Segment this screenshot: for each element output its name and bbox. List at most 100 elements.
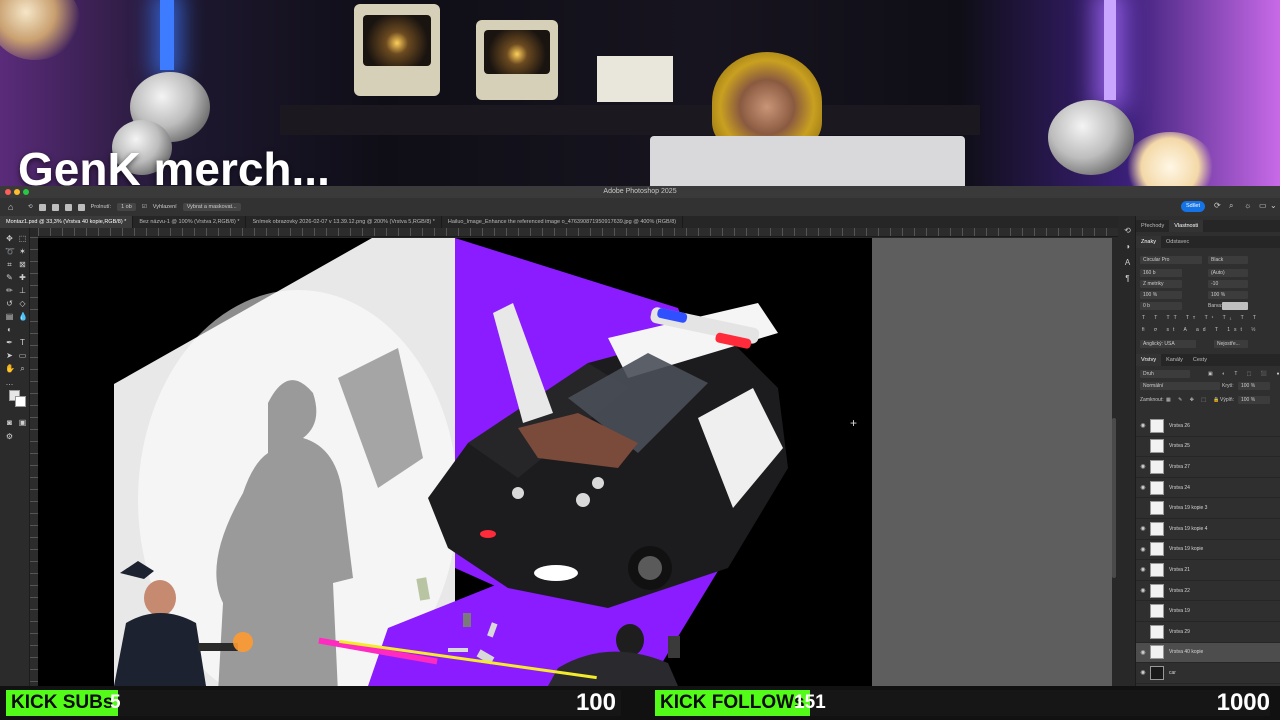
eye-icon[interactable]: ◉ (1136, 422, 1150, 429)
chevron-down-icon[interactable]: ⌄ (1270, 202, 1278, 210)
home-icon[interactable]: ⌂ (8, 202, 18, 212)
antialias-select[interactable]: Nejostře... (1214, 340, 1248, 348)
layer-filter-icons[interactable]: ▣ ◐ T ⬚ ⬛ ● (1208, 371, 1280, 377)
character-panel-icon[interactable]: A (1123, 258, 1132, 267)
gradient-tool-icon[interactable]: ▤ (5, 312, 14, 321)
eyedropper-tool-icon[interactable]: ✎ (5, 273, 14, 282)
lasso-tool-icon[interactable]: ⟲ (28, 204, 33, 210)
canvas-workspace[interactable]: + (38, 238, 1116, 686)
minimize-window-button[interactable] (14, 189, 20, 195)
lightbulb-icon[interactable]: ☼ (1244, 202, 1252, 210)
font-family-select[interactable]: Circular Pro (1140, 256, 1202, 264)
layer-row[interactable]: ◉ Vrstva 24 (1136, 478, 1280, 499)
background-color-swatch[interactable] (15, 396, 26, 407)
font-style-select[interactable]: Black (1208, 256, 1248, 264)
shape-tool-icon[interactable]: ▭ (18, 351, 27, 360)
tab-channels[interactable]: Kanály (1161, 354, 1188, 366)
zoom-tool-icon[interactable]: ⌕ (18, 364, 27, 373)
paragraph-panel-icon[interactable]: ¶ (1123, 274, 1132, 283)
blur-tool-icon[interactable]: 💧 (18, 312, 28, 321)
adjustments-panel-icon[interactable]: ◑ (1123, 242, 1132, 251)
eye-icon[interactable]: ◉ (1136, 484, 1150, 491)
frame-tool-icon[interactable]: ⊠ (18, 260, 27, 269)
brush-tool-icon[interactable]: ✏ (5, 286, 14, 295)
tab-paths[interactable]: Cesty (1188, 354, 1212, 366)
add-selection-icon[interactable] (51, 203, 59, 211)
eye-icon[interactable]: ◉ (1136, 546, 1150, 553)
move-tool-icon[interactable]: ✥ (5, 234, 14, 243)
text-color-swatch[interactable] (1222, 302, 1248, 310)
more-tools-icon[interactable]: … (5, 378, 14, 387)
marquee-tool-icon[interactable]: ⬚ (18, 234, 27, 243)
select-mask-button[interactable]: Vybrat a maskovat... (182, 203, 241, 211)
leading-field[interactable]: (Auto) (1208, 269, 1248, 277)
layer-group-row[interactable]: ◉ car (1136, 663, 1280, 684)
tab-character[interactable]: Znaky (1136, 236, 1161, 248)
layer-filter-select[interactable]: Druh (1140, 370, 1190, 378)
text-style-buttons[interactable]: T T TT Tт T¹ T₁ T T (1142, 315, 1260, 321)
eye-icon[interactable]: ◉ (1136, 525, 1150, 532)
stamp-tool-icon[interactable]: ⊥ (18, 286, 27, 295)
document-tab[interactable]: Hailuo_Image_Enhance the referenced imag… (442, 216, 684, 228)
fill-field[interactable]: 100 % (1238, 396, 1270, 404)
magic-wand-tool-icon[interactable]: ✶ (18, 247, 27, 256)
tab-paragraph[interactable]: Odstavec (1161, 236, 1194, 248)
blend-mode-select[interactable]: Normální (1140, 382, 1220, 390)
horizontal-scale-field[interactable]: 100 % (1208, 291, 1248, 299)
document-tab[interactable]: Bez názvu-1 @ 100% (Vrstva 2,RGB/8) * (133, 216, 247, 228)
hand-tool-icon[interactable]: ✋ (5, 364, 15, 373)
zoom-window-button[interactable] (23, 189, 29, 195)
font-size-field[interactable]: 160 b (1140, 269, 1182, 277)
tab-properties[interactable]: Vlastnosti (1169, 220, 1204, 232)
sync-icon[interactable]: ⟳ (1214, 202, 1222, 210)
history-panel-icon[interactable]: ⟲ (1123, 226, 1132, 235)
pen-tool-icon[interactable]: ✒ (5, 338, 14, 347)
antialias-checkbox[interactable]: ☑ (142, 204, 147, 210)
eye-icon[interactable]: ◉ (1136, 649, 1150, 656)
document-tab[interactable]: Montaz1.psd @ 33,3% (Vrstva 40 kopie,RGB… (0, 216, 134, 228)
tab-gradients[interactable]: Přechody (1136, 220, 1169, 232)
eye-icon[interactable]: ◉ (1136, 669, 1150, 676)
eraser-tool-icon[interactable]: ◇ (18, 299, 27, 308)
share-button[interactable]: Sdílet (1181, 201, 1205, 212)
history-brush-icon[interactable]: ↺ (5, 299, 14, 308)
new-selection-icon[interactable] (38, 203, 46, 211)
eye-icon[interactable]: ◉ (1136, 587, 1150, 594)
layer-row[interactable]: Vrstva 19 kopie 3 (1136, 498, 1280, 519)
path-selection-icon[interactable]: ➤ (5, 351, 14, 360)
healing-tool-icon[interactable]: ✚ (18, 273, 27, 282)
dodge-tool-icon[interactable]: ◐ (5, 325, 14, 334)
intersect-selection-icon[interactable] (77, 203, 85, 211)
lock-icons[interactable]: ▦ ✎ ✥ ⬚ 🔒 (1166, 397, 1223, 403)
workspace-icon[interactable]: ▭ (1259, 202, 1267, 210)
vertical-scrollbar[interactable] (1112, 418, 1116, 578)
layer-row[interactable]: ◉ Vrstva 22 (1136, 581, 1280, 602)
kerning-field[interactable]: Z metriky (1140, 280, 1182, 288)
quick-mask-icon[interactable]: ◙ (5, 418, 14, 427)
search-icon[interactable]: ⌕ (1229, 202, 1237, 210)
baseline-shift-field[interactable]: 0 b (1140, 302, 1182, 310)
layer-row[interactable]: ◉ Vrstva 19 kopie 4 (1136, 519, 1280, 540)
layer-row[interactable]: ◉ Vrstva 27 (1136, 457, 1280, 478)
crop-tool-icon[interactable]: ⌗ (5, 260, 14, 269)
layer-row[interactable]: ◉ Vrstva 21 (1136, 560, 1280, 581)
lasso-tool-icon[interactable]: ➰ (5, 247, 15, 256)
vertical-scale-field[interactable]: 100 % (1140, 291, 1182, 299)
eye-icon[interactable]: ◉ (1136, 566, 1150, 573)
feather-input[interactable]: 1 ob (117, 203, 136, 211)
opacity-field[interactable]: 100 % (1238, 382, 1270, 390)
edit-toolbar-icon[interactable]: ⚙ (5, 432, 14, 441)
document-tab[interactable]: Snímek obrazovky 2026-02-07 v 13.39.12.p… (246, 216, 442, 228)
layer-row[interactable]: ◉ Vrstva 26 (1136, 416, 1280, 437)
language-select[interactable]: Anglický: USA (1140, 340, 1196, 348)
opentype-buttons[interactable]: ﬁ ơ st A ad T 1st ½ (1142, 327, 1259, 333)
type-tool-icon[interactable]: T (18, 338, 27, 347)
close-window-button[interactable] (5, 189, 11, 195)
layer-row-selected[interactable]: ◉ Vrstva 40 kopie (1136, 642, 1280, 664)
document-canvas[interactable] (38, 238, 872, 686)
subtract-selection-icon[interactable] (64, 203, 72, 211)
screen-mode-icon[interactable]: ▣ (18, 418, 27, 427)
layer-row[interactable]: ◉ Vrstva 19 kopie (1136, 540, 1280, 561)
eye-icon[interactable]: ◉ (1136, 463, 1150, 470)
layer-row[interactable]: Vrstva 19 (1136, 601, 1280, 622)
